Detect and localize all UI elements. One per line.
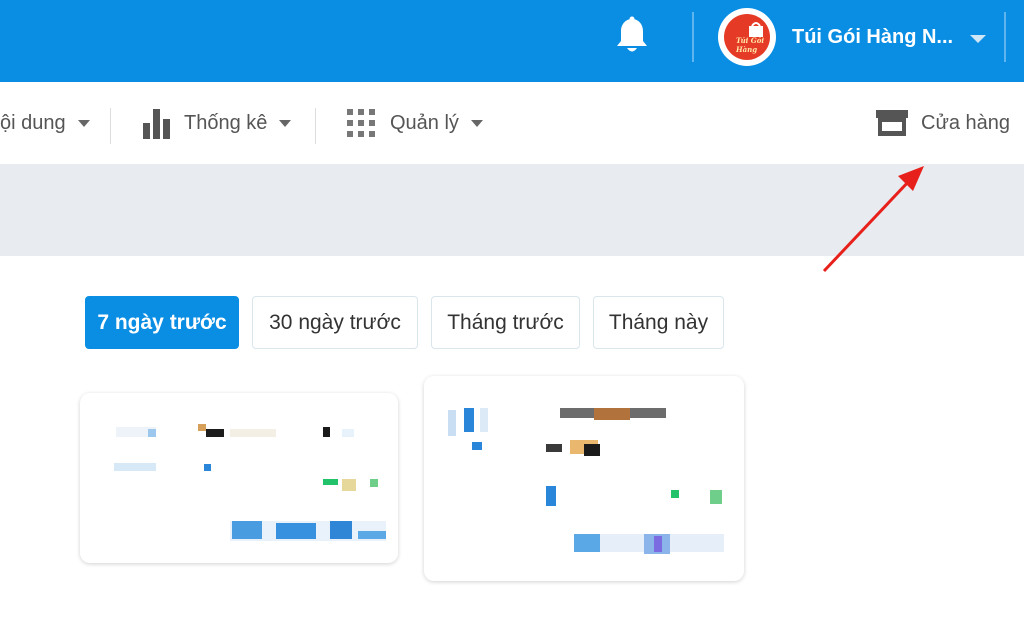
top-header: Túi Gói Hàng Túi Gói Hàng N... — [0, 0, 1024, 82]
nav-store[interactable]: Cửa hàng — [875, 82, 1010, 164]
grid-icon — [347, 109, 375, 137]
nav-manage-label: Quản lý — [390, 111, 459, 134]
blurred-content — [204, 464, 211, 471]
blurred-content — [448, 410, 456, 436]
blurred-content — [480, 408, 488, 432]
nav-content-label: ội dung — [0, 111, 66, 134]
blurred-content — [710, 490, 722, 504]
chevron-down-icon — [279, 119, 292, 127]
blurred-content — [342, 479, 356, 491]
blurred-content — [330, 521, 352, 539]
avatar[interactable]: Túi Gói Hàng — [718, 8, 776, 66]
caret-down-icon[interactable] — [970, 35, 986, 43]
blurred-content — [323, 479, 338, 485]
bell-icon[interactable] — [613, 16, 651, 56]
bar-chart-icon — [143, 109, 170, 139]
filter-this-month[interactable]: Tháng này — [593, 296, 724, 349]
blurred-content — [654, 536, 662, 552]
nav-manage[interactable]: Quản lý — [346, 82, 483, 164]
blurred-content — [342, 429, 354, 437]
shop-logo: Túi Gói Hàng — [724, 14, 770, 60]
blurred-content — [114, 463, 156, 471]
blurred-content — [198, 424, 206, 431]
main-nav: ội dung Thống kê Quản lý Cửa hàng — [0, 82, 1024, 164]
blurred-content — [276, 523, 316, 539]
blurred-content — [230, 429, 276, 437]
logo-text: Túi Gói Hàng — [736, 36, 765, 54]
filter-last-month[interactable]: Tháng trước — [431, 296, 580, 349]
chevron-down-icon — [77, 119, 90, 127]
nav-stats[interactable]: Thống kê — [142, 82, 292, 164]
nav-separator — [110, 108, 111, 144]
blurred-content — [546, 486, 556, 506]
header-divider — [692, 12, 694, 62]
nav-content[interactable]: ội dung — [0, 82, 90, 164]
blurred-content — [671, 490, 679, 498]
store-icon — [876, 110, 908, 136]
blurred-content — [472, 442, 482, 450]
page-banner — [0, 164, 1024, 256]
blurred-content — [232, 521, 262, 539]
stat-card[interactable] — [80, 393, 398, 563]
header-divider-right — [1004, 12, 1006, 62]
stat-card[interactable] — [424, 376, 744, 581]
nav-separator — [315, 108, 316, 144]
nav-stats-label: Thống kê — [184, 111, 268, 134]
blurred-content — [464, 408, 474, 432]
blurred-content — [323, 427, 330, 437]
filter-7-days[interactable]: 7 ngày trước — [85, 296, 239, 349]
blurred-content — [584, 444, 600, 456]
filter-30-days[interactable]: 30 ngày trước — [252, 296, 418, 349]
blurred-content — [574, 534, 600, 552]
shop-name[interactable]: Túi Gói Hàng N... — [792, 26, 953, 49]
chevron-down-icon — [470, 119, 483, 127]
blurred-content — [358, 531, 386, 539]
blurred-content — [546, 444, 562, 452]
nav-store-label: Cửa hàng — [921, 111, 1011, 134]
blurred-content — [148, 429, 156, 437]
blurred-content — [370, 479, 378, 487]
blurred-content — [594, 408, 630, 420]
blurred-content — [206, 429, 224, 437]
